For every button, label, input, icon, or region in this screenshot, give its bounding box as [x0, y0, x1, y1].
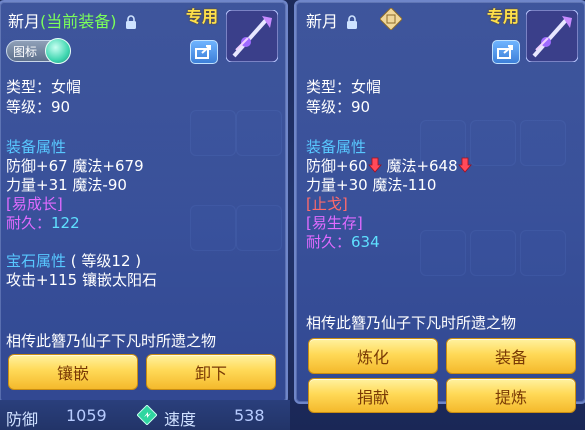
gem-level: ( 等级12 ): [70, 252, 142, 270]
weapon-hairpin-icon: [226, 10, 278, 62]
item-description: 相传此簪乃仙子下凡时所遗之物: [306, 314, 517, 332]
type-text: 类型：女帽: [6, 78, 82, 96]
attr-defense: 防御+60: [306, 157, 368, 175]
lock-icon: [347, 15, 358, 29]
speed-icon: [137, 405, 157, 425]
attr-header: 装备属性: [306, 138, 367, 156]
attr-line-1: 防御+67 魔法+679: [6, 157, 144, 175]
level-text: 等级：90: [306, 98, 371, 116]
durability-label: 耐久：: [306, 233, 352, 251]
equip-button[interactable]: 装备: [446, 338, 576, 374]
current-equip-label: (当前装备): [40, 12, 117, 31]
seal-icon: [380, 8, 402, 30]
icon-toggle-label: 图标: [13, 45, 38, 59]
donate-button[interactable]: 捐献: [308, 378, 438, 413]
attr-line-1: 防御+60 魔法+648: [306, 157, 472, 175]
compare-equipment-panel: 新月 专用 类型：女帽 等级：90 装备属性 防御+60 魔法+648 力量+3…: [294, 0, 585, 413]
special-label: 专用: [186, 7, 219, 26]
gem-header-line: 宝石属性 ( 等级12 ): [6, 252, 141, 270]
current-equipment-panel: 新月(当前装备) 专用 图标 类型：女帽 等级：90 装备属性 防御+67 魔法…: [0, 0, 288, 404]
durability-value: 634: [351, 233, 380, 251]
attr-magic: 魔法+648: [386, 157, 458, 175]
attr-line-2: 力量+30 魔法-110: [306, 176, 437, 194]
inlay-button[interactable]: 镶嵌: [8, 354, 138, 390]
speed-value: 538: [234, 406, 265, 425]
durability-line: 耐久：634: [306, 233, 380, 251]
tag-stop-war: [止戈]: [306, 195, 348, 213]
gem-line: 攻击+115 镶嵌太阳石: [6, 271, 157, 289]
share-button[interactable]: [492, 40, 520, 64]
extract-button[interactable]: 提炼: [446, 378, 576, 413]
durability-line: 耐久：122: [6, 214, 80, 232]
share-button[interactable]: [190, 40, 218, 64]
share-icon: [195, 45, 211, 59]
defense-label: 防御: [6, 410, 39, 429]
durability-value: 122: [51, 214, 80, 232]
item-title: 新月(当前装备): [8, 8, 137, 32]
icon-toggle[interactable]: 图标: [6, 38, 71, 64]
item-name: 新月: [306, 12, 339, 31]
item-name: 新月: [8, 12, 41, 31]
item-title: 新月: [306, 8, 358, 32]
attr-header: 装备属性: [6, 138, 67, 156]
weapon-hairpin-icon: [526, 10, 578, 62]
unequip-button[interactable]: 卸下: [146, 354, 276, 390]
refine-button[interactable]: 炼化: [308, 338, 438, 374]
item-description: 相传此簪乃仙子下凡时所遗之物: [6, 332, 217, 350]
share-icon: [497, 45, 513, 59]
type-text: 类型：女帽: [306, 78, 382, 96]
tag-easy-growth: [易成长]: [6, 195, 63, 213]
tag-easy-survive: [易生存]: [306, 214, 363, 232]
durability-label: 耐久：: [6, 214, 52, 232]
down-arrow-icon: [457, 157, 472, 173]
toggle-knob: [45, 38, 71, 64]
special-label: 专用: [487, 7, 520, 26]
defense-value: 1059: [66, 406, 107, 425]
gem-header: 宝石属性: [6, 252, 67, 270]
level-text: 等级：90: [6, 98, 71, 116]
speed-label: 速度: [164, 410, 197, 429]
down-arrow-icon: [367, 157, 382, 173]
attr-line-2: 力量+31 魔法-90: [6, 176, 127, 194]
lock-icon: [125, 15, 136, 29]
